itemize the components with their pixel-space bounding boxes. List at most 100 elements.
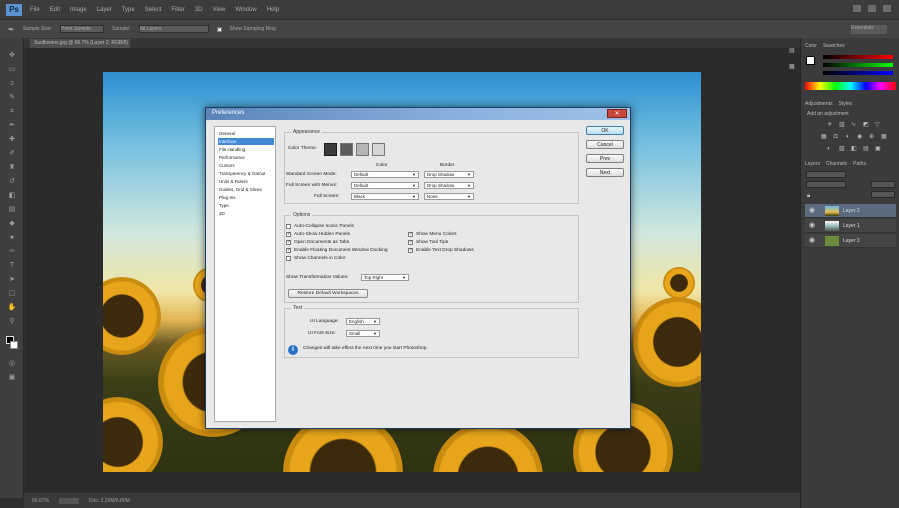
menu-3d[interactable]: 3D <box>195 7 203 13</box>
layer-row[interactable]: ◉ Layer 2 <box>805 204 896 218</box>
category-performance[interactable]: Performance <box>218 154 274 161</box>
tool-tips-checkbox[interactable] <box>408 239 413 245</box>
dialog-titlebar[interactable]: Preferences ✕ <box>206 108 630 120</box>
red-slider[interactable] <box>823 55 893 59</box>
theme-swatch-dark[interactable] <box>340 143 353 156</box>
shape-tool-icon[interactable]: ▢ <box>7 290 17 298</box>
lasso-tool-icon[interactable]: ↄ <box>7 80 17 88</box>
category-transparency[interactable]: Transparency & Gamut <box>218 170 274 177</box>
next-button[interactable]: Next <box>586 168 624 177</box>
menu-view[interactable]: View <box>212 7 225 13</box>
category-units-rulers[interactable]: Units & Rulers <box>218 178 274 185</box>
hue-saturation-icon[interactable]: ▦ <box>821 134 827 140</box>
type-tool-icon[interactable]: T <box>7 262 17 270</box>
category-plugins[interactable]: Plug-Ins <box>218 194 274 201</box>
transform-values-select[interactable]: Top Right ▼ <box>361 274 409 281</box>
zoom-tool-icon[interactable]: ⚲ <box>7 318 17 326</box>
standard-screen-border-select[interactable]: Drop Shadow ▼ <box>424 171 474 178</box>
tab-swatches[interactable]: Swatches <box>823 42 845 50</box>
tab-styles[interactable]: Styles <box>839 100 853 108</box>
quick-select-tool-icon[interactable]: ✎ <box>7 94 17 102</box>
layer-name[interactable]: Layer 1 <box>843 223 860 229</box>
properties-panel-icon[interactable]: ▦ <box>789 64 795 70</box>
tab-layers[interactable]: Layers <box>805 160 820 168</box>
tab-channels[interactable]: Channels <box>826 160 847 168</box>
brush-tool-icon[interactable]: ✐ <box>7 150 17 158</box>
menu-help[interactable]: Help <box>267 7 279 13</box>
photo-filter-icon[interactable]: ◉ <box>857 134 863 140</box>
sample-select[interactable]: All Layers <box>138 25 209 33</box>
channel-mixer-icon[interactable]: ⊕ <box>869 134 875 140</box>
history-brush-tool-icon[interactable]: ↺ <box>7 178 17 186</box>
layer-row[interactable]: ◉ Layer 1 <box>805 219 896 233</box>
visibility-eye-icon[interactable]: ◉ <box>809 237 817 245</box>
layer-row[interactable]: ◉ Layer 3 <box>805 234 896 248</box>
full-screen-color-select[interactable]: Black ▼ <box>351 193 419 200</box>
background-color-swatch[interactable] <box>10 341 18 349</box>
zoom-level[interactable]: 66.67% <box>32 498 49 504</box>
gradient-tool-icon[interactable]: ▤ <box>7 206 17 214</box>
blend-mode-select[interactable] <box>806 181 846 188</box>
black-white-icon[interactable]: ◑ <box>845 134 851 140</box>
workspace-select[interactable]: Essentials <box>851 25 887 34</box>
stamp-tool-icon[interactable]: ♜ <box>7 164 17 172</box>
menu-type[interactable]: Type <box>122 7 135 13</box>
prev-button[interactable]: Prev <box>586 154 624 163</box>
crop-tool-icon[interactable]: ⌗ <box>7 108 17 116</box>
brightness-icon[interactable]: ☀ <box>827 122 833 128</box>
screen-mode-icon[interactable]: ▣ <box>7 374 17 382</box>
document-tab[interactable]: Sunflowers.jpg @ 66.7% (Layer 2, RGB/8) <box>30 39 130 48</box>
color-spectrum[interactable] <box>805 82 896 90</box>
status-info-icon[interactable] <box>58 497 79 504</box>
menu-edit[interactable]: Edit <box>50 7 60 13</box>
theme-swatch-light[interactable] <box>356 143 369 156</box>
ui-language-select[interactable]: English ▼ <box>346 318 380 325</box>
hand-tool-icon[interactable]: ✋ <box>7 304 17 312</box>
color-balance-icon[interactable]: ⚖ <box>833 134 839 140</box>
levels-icon[interactable]: ▥ <box>839 122 845 128</box>
layer-filter-select[interactable] <box>806 171 846 178</box>
gradient-map-icon[interactable]: ▤ <box>863 146 869 152</box>
invert-icon[interactable]: ◐ <box>827 146 833 152</box>
threshold-icon[interactable]: ◧ <box>851 146 857 152</box>
layer-name[interactable]: Layer 2 <box>843 208 860 214</box>
blue-slider[interactable] <box>823 71 893 75</box>
full-screen-menus-color-select[interactable]: Default ▼ <box>351 182 419 189</box>
close-icon[interactable]: ✕ <box>607 109 627 118</box>
healing-tool-icon[interactable]: ✚ <box>7 136 17 144</box>
category-guides[interactable]: Guides, Grid & Slices <box>218 186 274 193</box>
open-as-tabs-checkbox[interactable] <box>286 239 291 245</box>
tab-adjustments[interactable]: Adjustments <box>805 100 833 108</box>
theme-swatch-lightest[interactable] <box>372 143 385 156</box>
category-interface[interactable]: Interface <box>218 138 274 145</box>
eyedropper-icon[interactable]: ✒ <box>8 25 15 34</box>
channels-in-color-checkbox[interactable] <box>286 256 291 261</box>
minimize-icon[interactable] <box>853 5 861 12</box>
curves-icon[interactable]: ∿ <box>851 122 857 128</box>
blur-tool-icon[interactable]: ◆ <box>7 220 17 228</box>
ok-button[interactable]: OK <box>586 126 624 135</box>
floating-docking-checkbox[interactable] <box>286 247 291 253</box>
ui-font-size-select[interactable]: Small ▼ <box>346 330 380 337</box>
visibility-eye-icon[interactable]: ◉ <box>809 207 817 215</box>
full-screen-border-select[interactable]: None ▼ <box>424 193 474 200</box>
category-file-handling[interactable]: File Handling <box>218 146 274 153</box>
marquee-tool-icon[interactable]: ▭ <box>7 66 17 74</box>
full-screen-menus-border-select[interactable]: Drop Shadow ▼ <box>424 182 474 189</box>
auto-collapse-checkbox[interactable] <box>286 224 291 229</box>
maximize-icon[interactable] <box>868 5 876 12</box>
tab-paths[interactable]: Paths <box>853 160 866 168</box>
menu-window[interactable]: Window <box>235 7 256 13</box>
visibility-eye-icon[interactable]: ◉ <box>809 222 817 230</box>
category-3d[interactable]: 3D <box>218 210 274 217</box>
menu-layer[interactable]: Layer <box>97 7 112 13</box>
text-drop-shadows-checkbox[interactable] <box>408 247 413 253</box>
posterize-icon[interactable]: ▨ <box>839 146 845 152</box>
cancel-button[interactable]: Cancel <box>586 140 624 149</box>
menu-filter[interactable]: Filter <box>171 7 184 13</box>
lock-icon[interactable]: 🔒︎ <box>807 193 813 199</box>
layer-name[interactable]: Layer 3 <box>843 238 860 244</box>
dodge-tool-icon[interactable]: ● <box>7 234 17 242</box>
eraser-tool-icon[interactable]: ◧ <box>7 192 17 200</box>
category-type[interactable]: Type <box>218 202 274 209</box>
